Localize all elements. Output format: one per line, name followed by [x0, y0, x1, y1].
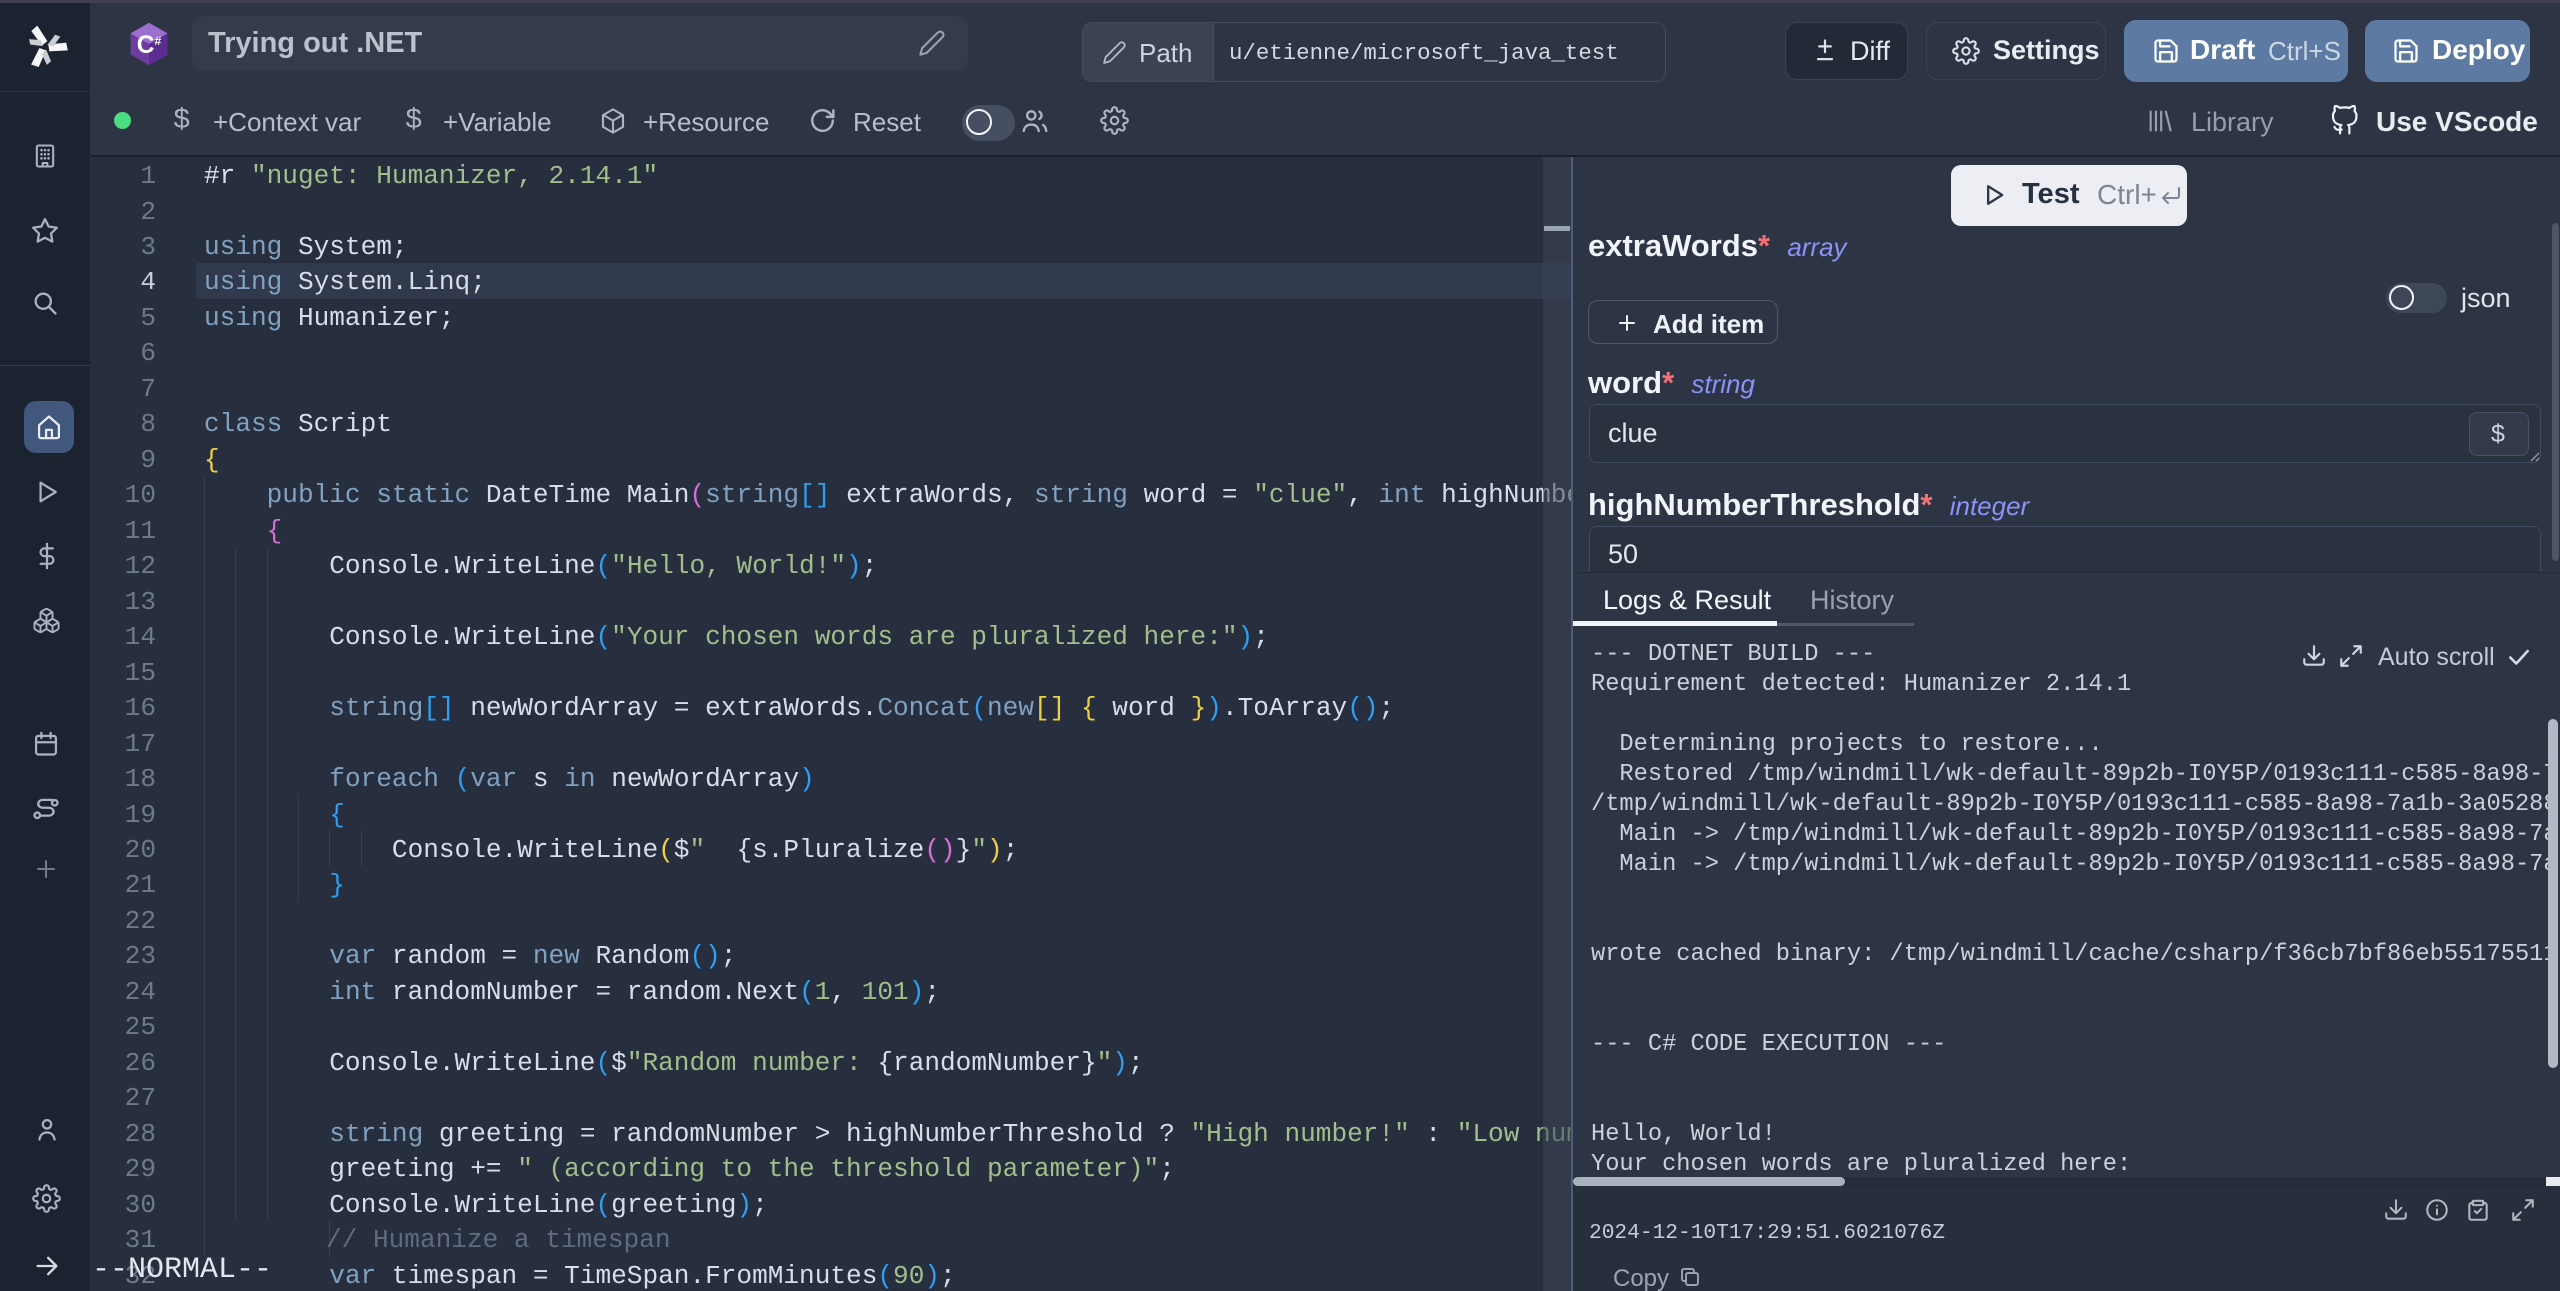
svg-text:C: C — [137, 32, 155, 59]
svg-text:#: # — [155, 34, 162, 48]
